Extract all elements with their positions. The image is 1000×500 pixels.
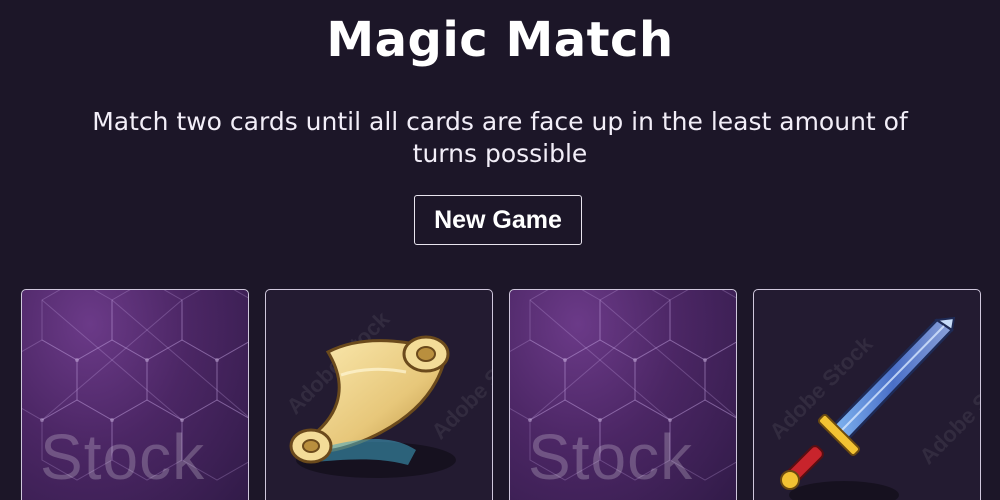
card-watermark: Stock (40, 421, 206, 493)
new-game-button[interactable]: New Game (414, 195, 582, 245)
game-instructions: Match two cards until all cards are face… (92, 107, 908, 168)
card-1-face-down[interactable]: Stock (21, 289, 249, 500)
page-title: Magic Match (326, 12, 674, 68)
card-watermark: Stock (528, 421, 694, 493)
card-2-scroll[interactable]: Adobe Stock Adobe Stock (265, 289, 493, 500)
card-3-face-down[interactable]: Stock (509, 289, 737, 500)
scroll-icon (289, 335, 456, 478)
sword-icon (780, 316, 956, 500)
card-4-sword[interactable]: Adobe Stock Adobe Stock (753, 289, 981, 500)
game-page: Magic Match Match two cards until all ca… (0, 0, 1000, 500)
